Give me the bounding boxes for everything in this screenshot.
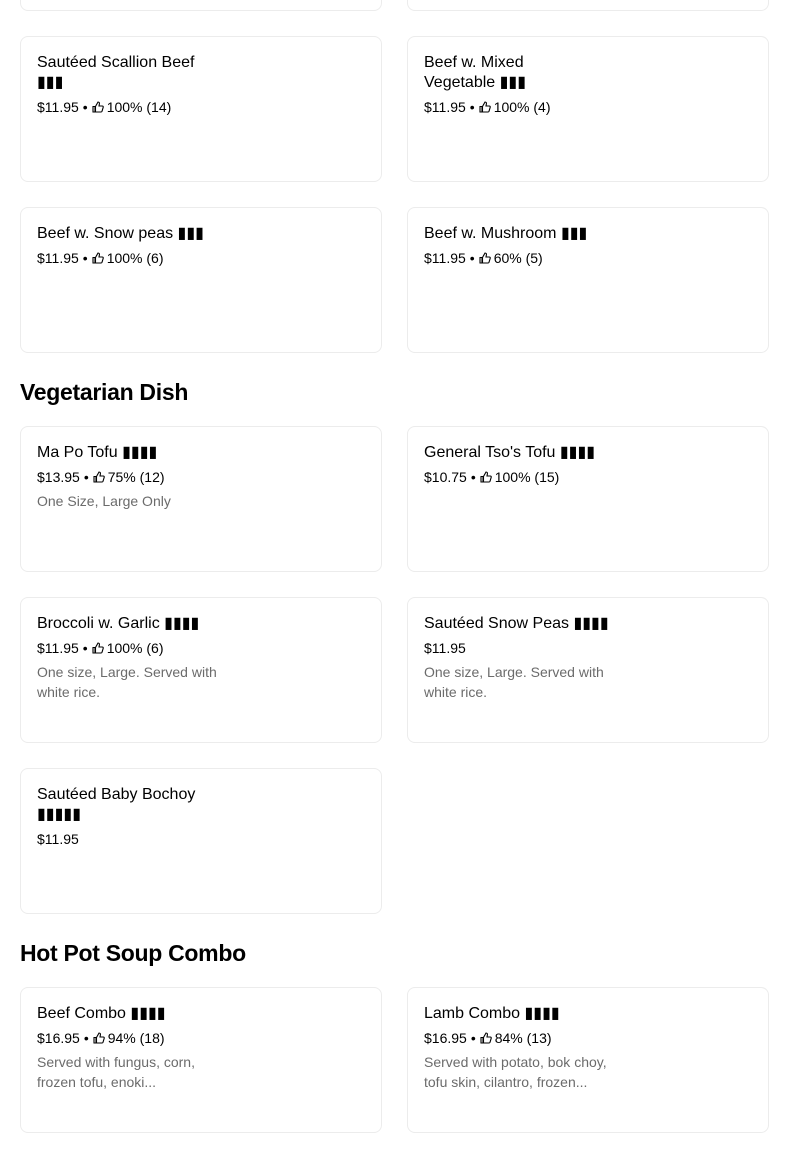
thumbs-up-icon <box>92 252 104 264</box>
thumbs-up-icon <box>479 252 491 264</box>
section-title: Hot Pot Soup Combo <box>20 940 246 966</box>
card-content: Sautéed Scallion Beef ▮▮▮ $11.95 • 100% … <box>37 53 221 116</box>
item-price: $11.95 <box>37 831 79 847</box>
item-price: $11.95 <box>37 250 79 266</box>
menu-item-card[interactable]: Broccoli w. Garlic ▮▮▮▮ $11.95 • 100% (6… <box>20 597 382 743</box>
item-meta: $11.95 • 60% (5) <box>424 249 624 267</box>
separator: • <box>82 250 88 266</box>
separator: • <box>82 99 88 115</box>
item-description: One size, Large. Served with white rice. <box>424 664 604 700</box>
menu-item-card[interactable]: Sautéed Baby Bochoy ▮▮▮▮▮ $11.95 <box>20 768 382 914</box>
item-description: One size, Large. Served with white rice. <box>37 664 217 700</box>
separator: • <box>469 99 475 115</box>
card-content: Beef w. Mixed Vegetable ▮▮▮ $11.95 • 100… <box>424 53 554 116</box>
item-name: Beef w. Mushroom ▮▮▮ <box>424 225 588 242</box>
separator: • <box>470 469 476 485</box>
section-title: Vegetarian Dish <box>20 379 189 405</box>
thumbs-up-icon <box>93 1032 105 1044</box>
menu-item-card[interactable] <box>407 0 769 11</box>
item-meta: $11.95 <box>424 639 610 657</box>
menu-item-card[interactable]: Ma Po Tofu ▮▮▮▮ $13.95 • 75% (12) One Si… <box>20 426 382 572</box>
card-content: Beef w. Snow peas ▮▮▮ $11.95 • 100% (6) <box>37 224 237 267</box>
menu-item-card[interactable]: Sautéed Scallion Beef ▮▮▮ $11.95 • 100% … <box>20 36 382 182</box>
separator: • <box>83 1030 89 1046</box>
item-name: Sautéed Scallion Beef ▮▮▮ <box>37 54 195 91</box>
card-content: Broccoli w. Garlic ▮▮▮▮ $11.95 • 100% (6… <box>37 614 237 702</box>
item-meta: $11.95 • 100% (14) <box>37 98 221 116</box>
card-content: Beef Combo ▮▮▮▮ $16.95 • 94% (18) Served… <box>37 1004 221 1092</box>
item-name: Ma Po Tofu ▮▮▮▮ <box>37 444 158 461</box>
item-name: Lamb Combo ▮▮▮▮ <box>424 1005 560 1022</box>
item-rating: 75% (12) <box>107 469 165 485</box>
menu-item-card[interactable]: Beef w. Mixed Vegetable ▮▮▮ $11.95 • 100… <box>407 36 769 182</box>
item-meta: $13.95 • 75% (12) <box>37 468 221 486</box>
item-rating: 100% (4) <box>493 99 551 115</box>
item-rating: 84% (13) <box>494 1030 552 1046</box>
separator: • <box>83 469 89 485</box>
item-description: Served with fungus, corn, frozen tofu, e… <box>37 1054 195 1090</box>
thumbs-up-icon <box>93 471 105 483</box>
item-price: $13.95 <box>37 469 80 485</box>
item-name: Beef w. Snow peas ▮▮▮ <box>37 225 204 242</box>
item-name: Broccoli w. Garlic ▮▮▮▮ <box>37 615 200 632</box>
thumbs-up-icon <box>480 471 492 483</box>
item-meta: $10.75 • 100% (15) <box>424 468 624 486</box>
item-price: $10.75 <box>424 469 467 485</box>
menu-item-card[interactable]: Sautéed Snow Peas ▮▮▮▮ $11.95 One size, … <box>407 597 769 743</box>
item-rating: 100% (15) <box>494 469 560 485</box>
item-rating: 94% (18) <box>107 1030 165 1046</box>
item-meta: $11.95 • 100% (6) <box>37 249 237 267</box>
item-name: General Tso's Tofu ▮▮▮▮ <box>424 444 596 461</box>
thumbs-up-icon <box>479 101 491 113</box>
item-meta: $16.95 • 94% (18) <box>37 1029 221 1047</box>
menu-item-card[interactable] <box>20 0 382 11</box>
card-content: Ma Po Tofu ▮▮▮▮ $13.95 • 75% (12) One Si… <box>37 443 221 511</box>
menu-item-card[interactable]: Lamb Combo ▮▮▮▮ $16.95 • 84% (13) Served… <box>407 987 769 1133</box>
card-content: Sautéed Snow Peas ▮▮▮▮ $11.95 One size, … <box>424 614 610 702</box>
item-description: Served with potato, bok choy, tofu skin,… <box>424 1054 607 1090</box>
item-price: $16.95 <box>424 1030 467 1046</box>
item-rating: 100% (14) <box>106 99 172 115</box>
item-description: One Size, Large Only <box>37 493 171 509</box>
separator: • <box>470 1030 476 1046</box>
thumbs-up-icon <box>480 1032 492 1044</box>
item-name: Sautéed Snow Peas ▮▮▮▮ <box>424 615 609 632</box>
item-price: $11.95 <box>37 640 79 656</box>
item-rating: 100% (6) <box>106 250 164 266</box>
menu-item-card[interactable]: Beef w. Mushroom ▮▮▮ $11.95 • 60% (5) <box>407 207 769 353</box>
card-content: Lamb Combo ▮▮▮▮ $16.95 • 84% (13) Served… <box>424 1004 624 1092</box>
item-name: Sautéed Baby Bochoy ▮▮▮▮▮ <box>37 786 196 823</box>
card-content: Sautéed Baby Bochoy ▮▮▮▮▮ $11.95 <box>37 785 221 848</box>
item-price: $11.95 <box>424 250 466 266</box>
item-rating: 60% (5) <box>493 250 543 266</box>
item-price: $11.95 <box>37 99 79 115</box>
menu-item-card[interactable]: Beef w. Snow peas ▮▮▮ $11.95 • 100% (6) <box>20 207 382 353</box>
item-meta: $11.95 • 100% (4) <box>424 98 554 116</box>
item-price: $16.95 <box>37 1030 80 1046</box>
separator: • <box>469 250 475 266</box>
menu-item-card[interactable]: General Tso's Tofu ▮▮▮▮ $10.75 • 100% (1… <box>407 426 769 572</box>
item-name: Beef w. Mixed Vegetable ▮▮▮ <box>424 54 527 91</box>
card-content: Beef w. Mushroom ▮▮▮ $11.95 • 60% (5) <box>424 224 624 267</box>
item-price: $11.95 <box>424 640 466 656</box>
item-meta: $11.95 • 100% (6) <box>37 639 237 657</box>
item-price: $11.95 <box>424 99 466 115</box>
card-content: General Tso's Tofu ▮▮▮▮ $10.75 • 100% (1… <box>424 443 624 486</box>
thumbs-up-icon <box>92 642 104 654</box>
item-name: Beef Combo ▮▮▮▮ <box>37 1005 166 1022</box>
separator: • <box>82 640 88 656</box>
item-meta: $11.95 <box>37 830 221 848</box>
item-meta: $16.95 • 84% (13) <box>424 1029 624 1047</box>
item-rating: 100% (6) <box>106 640 164 656</box>
menu-item-card[interactable]: Beef Combo ▮▮▮▮ $16.95 • 94% (18) Served… <box>20 987 382 1133</box>
thumbs-up-icon <box>92 101 104 113</box>
